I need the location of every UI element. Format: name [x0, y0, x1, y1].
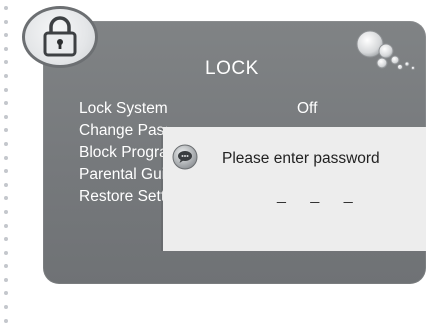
password-dialog: Please enter password _ _ _: [163, 127, 426, 251]
lock-system-value[interactable]: Off: [297, 98, 317, 120]
left-dot-border: [3, 6, 9, 323]
padlock-icon: [22, 6, 98, 68]
bubbles-icon: [356, 30, 416, 71]
password-entry-field[interactable]: _ _ _: [277, 187, 363, 205]
dialog-message: Please enter password: [222, 150, 380, 167]
padlock-glyph: [43, 16, 77, 57]
menu-item-lock-system[interactable]: Lock System: [79, 98, 167, 120]
speech-bubble-icon: [172, 144, 198, 170]
menu-item-block-program[interactable]: Block Program: [79, 142, 167, 164]
menu-item-restore-settings[interactable]: Restore Settings: [79, 186, 167, 208]
menu-item-change-password[interactable]: Change Password: [79, 120, 167, 142]
menu-item-parental-guidance[interactable]: Parental Guidance: [79, 164, 167, 186]
lock-menu-list: Lock System Change Password Block Progra…: [79, 98, 167, 208]
screen-title: LOCK: [205, 58, 259, 79]
